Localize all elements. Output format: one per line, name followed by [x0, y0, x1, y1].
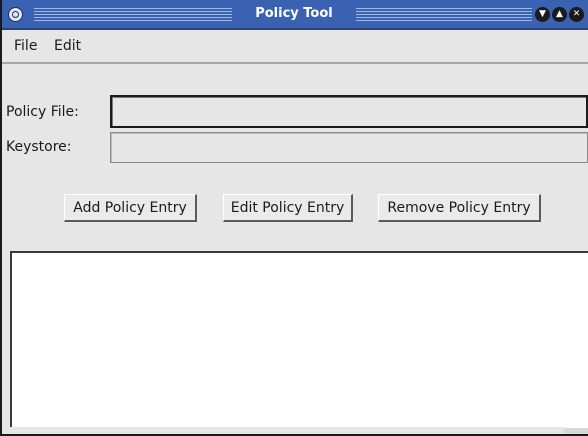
remove-policy-entry-button[interactable]: Remove Policy Entry [378, 194, 541, 222]
close-icon[interactable]: ✕ [569, 7, 584, 22]
title-bar[interactable]: Policy Tool ▼ ▲ ✕ [2, 0, 588, 30]
window-title: Policy Tool [255, 6, 333, 21]
edit-policy-entry-button[interactable]: Edit Policy Entry [223, 194, 353, 222]
policy-file-input[interactable] [110, 95, 588, 128]
menu-file[interactable]: File [14, 38, 37, 54]
menu-edit[interactable]: Edit [54, 38, 81, 54]
keystore-input[interactable] [110, 132, 588, 163]
add-policy-entry-button[interactable]: Add Policy Entry [64, 194, 197, 222]
policy-entry-list[interactable] [10, 251, 588, 427]
menu-bar: File Edit [2, 30, 588, 64]
policy-file-label: Policy File: [6, 104, 79, 120]
window-menu-icon[interactable] [8, 7, 23, 22]
resize-grip[interactable] [564, 427, 588, 434]
policy-tool-window: Policy Tool ▼ ▲ ✕ File Edit Policy File:… [0, 0, 588, 436]
minimize-icon[interactable]: ▼ [535, 7, 550, 22]
keystore-label: Keystore: [6, 139, 72, 155]
title-bar-stripes-right [356, 8, 532, 21]
title-bar-stripes-left [34, 8, 232, 21]
maximize-icon[interactable]: ▲ [552, 7, 567, 22]
